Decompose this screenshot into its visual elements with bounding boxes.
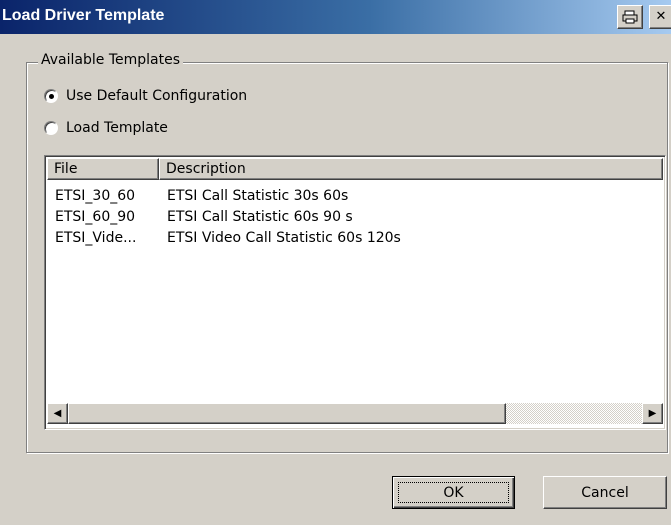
list-header: File Description	[47, 158, 663, 180]
column-header-description[interactable]: Description	[159, 158, 663, 180]
list-row[interactable]: ETSI_30_60 ETSI Call Statistic 30s 60s	[47, 186, 663, 207]
row-description: ETSI Video Call Statistic 60s 120s	[167, 230, 401, 246]
title-bar[interactable]: Load Driver Template ✕	[0, 0, 671, 34]
cancel-button[interactable]: Cancel	[543, 476, 667, 509]
print-button[interactable]	[617, 5, 643, 29]
radio-load-template-label: Load Template	[66, 120, 168, 136]
row-description: ETSI Call Statistic 60s 90 s	[167, 209, 353, 225]
row-file: ETSI_Vide...	[55, 230, 137, 246]
row-file: ETSI_60_90	[55, 209, 136, 225]
arrow-left-icon: ◀	[53, 408, 62, 419]
window-title: Load Driver Template	[2, 7, 165, 24]
row-description: ETSI Call Statistic 30s 60s	[167, 188, 349, 204]
radio-load-template[interactable]: Load Template	[44, 120, 168, 136]
templates-list[interactable]: File Description ETSI_30_60 ETSI Call St…	[44, 155, 666, 430]
list-row[interactable]: ETSI_60_90 ETSI Call Statistic 60s 90 s	[47, 207, 663, 228]
printer-icon	[622, 10, 638, 24]
group-label: Available Templates	[38, 52, 183, 68]
radio-use-default-indicator[interactable]	[44, 89, 58, 103]
cancel-button-label: Cancel	[581, 484, 629, 501]
row-file: ETSI_30_60	[55, 188, 136, 204]
close-button[interactable]: ✕	[649, 5, 671, 29]
radio-use-default-label: Use Default Configuration	[66, 88, 248, 104]
arrow-right-icon: ▶	[648, 408, 657, 419]
ok-button[interactable]: OK	[392, 476, 515, 509]
column-header-file[interactable]: File	[47, 158, 159, 180]
scroll-right-button[interactable]: ▶	[642, 403, 663, 424]
list-row[interactable]: ETSI_Vide... ETSI Video Call Statistic 6…	[47, 228, 663, 249]
focus-rect	[398, 482, 509, 503]
radio-use-default[interactable]: Use Default Configuration	[44, 88, 247, 104]
horizontal-scrollbar[interactable]: ◀ ▶	[47, 403, 663, 424]
scroll-thumb[interactable]	[68, 403, 506, 424]
list-rows: ETSI_30_60 ETSI Call Statistic 30s 60s E…	[47, 186, 663, 249]
close-icon: ✕	[655, 9, 667, 24]
radio-load-template-indicator[interactable]	[44, 121, 58, 135]
scroll-left-button[interactable]: ◀	[47, 403, 68, 424]
